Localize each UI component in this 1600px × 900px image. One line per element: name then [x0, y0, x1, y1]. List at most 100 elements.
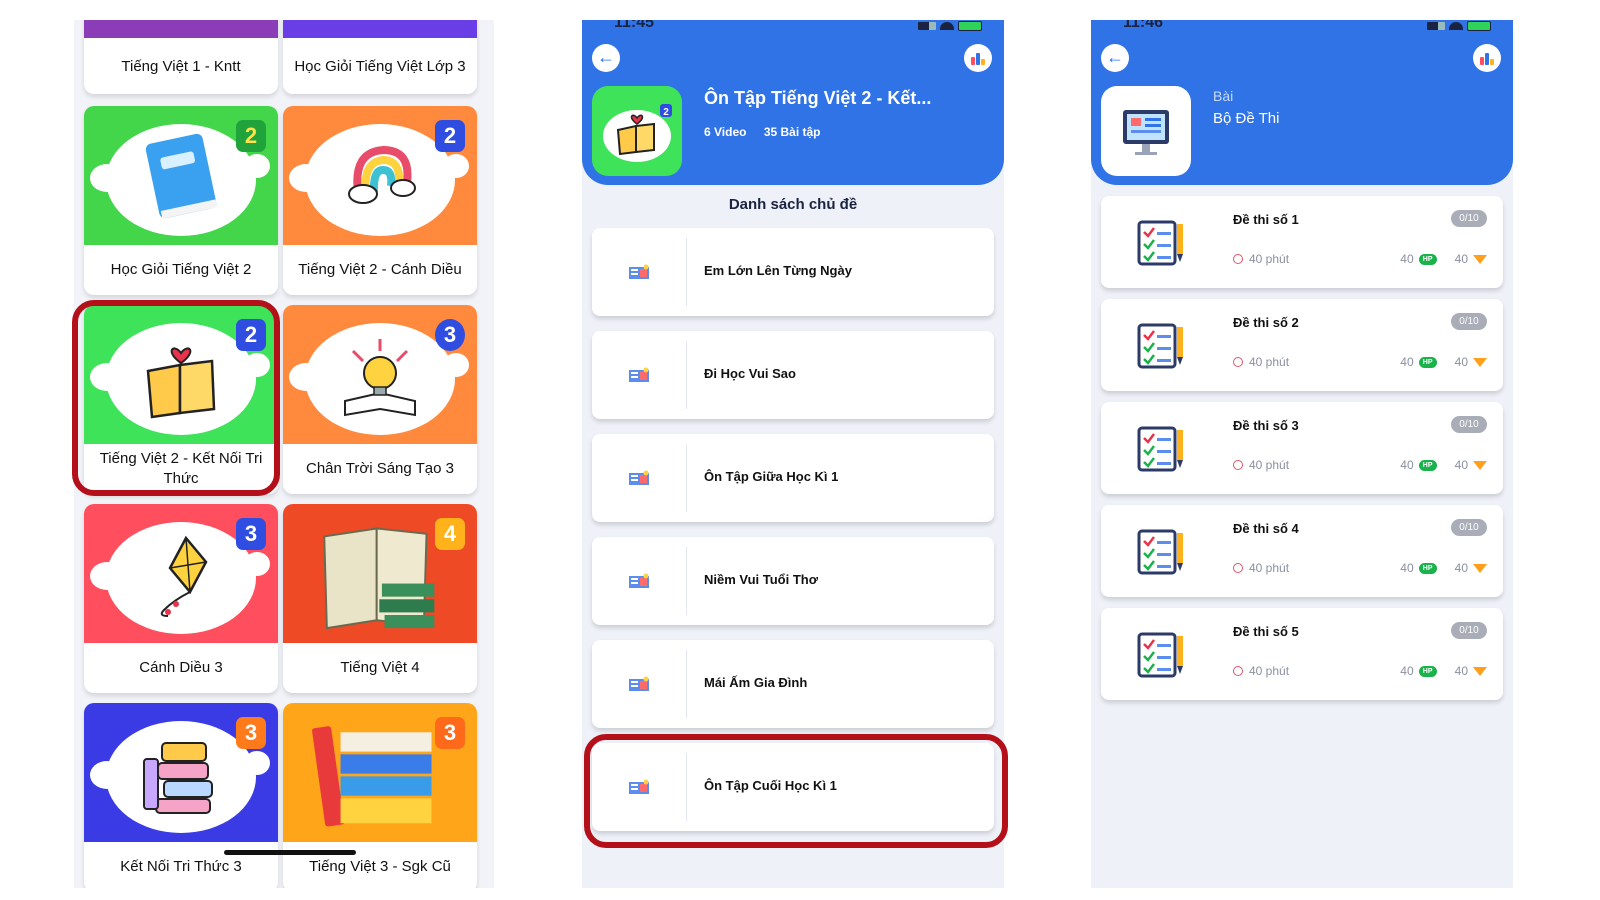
hp-value: 40	[1400, 561, 1414, 575]
topic-label: Mái Ấm Gia Đình	[704, 675, 808, 690]
course-card-tieng-viet-4[interactable]: 4 Tiếng Việt 4	[283, 504, 477, 693]
checklist-icon	[1137, 323, 1183, 369]
score-badge: 0/10	[1451, 622, 1487, 639]
exam-name: Đề thi số 4	[1233, 521, 1299, 536]
course-stats: 6 Video 35 Bài tập	[704, 125, 835, 139]
grade-badge: 2	[435, 120, 465, 152]
signal-icon	[918, 22, 936, 30]
exam-list-panel: 11:46 ← Bài Bộ Đề Thi Đề thi số 1 0/10 4…	[1091, 20, 1513, 888]
course-card-chan-troi-sang-tao-3[interactable]: 3 Chân Trời Sáng Tạo 3	[283, 305, 477, 494]
topic-item[interactable]: Em Lớn Lên Từng Ngày	[592, 228, 994, 316]
exam-item[interactable]: Đề thi số 5 0/10 40 phút 40 HP 40	[1101, 608, 1503, 700]
score-badge: 0/10	[1451, 210, 1487, 227]
course-card-hoc-gioi-tv2[interactable]: 2 Học Giỏi Tiếng Việt 2	[84, 106, 278, 295]
lesson-icon	[629, 676, 649, 691]
gem-icon	[1473, 563, 1487, 573]
score-badge: 0/10	[1451, 313, 1487, 330]
hp-icon: HP	[1418, 562, 1437, 574]
course-card-ket-noi-tri-thuc-3[interactable]: 3 Kết Nối Tri Thức 3	[84, 703, 278, 888]
grade-badge: 3	[435, 717, 465, 749]
back-arrow-icon[interactable]: ←	[1101, 44, 1129, 72]
topic-label: Em Lớn Lên Từng Ngày	[704, 263, 852, 278]
gem-value: 40	[1454, 458, 1468, 472]
course-card-image	[283, 20, 477, 38]
course-title: Tiếng Việt 3 - Sgk Cũ	[309, 858, 451, 875]
clock-icon	[1233, 460, 1243, 470]
hp-value: 40	[1400, 458, 1414, 472]
course-card-hoc-gioi-lop-3[interactable]: Học Giỏi Tiếng Việt Lớp 3	[283, 20, 477, 94]
exercise-count: 35 Bài tập	[763, 125, 821, 139]
exam-rewards: 40 HP 40	[1400, 458, 1487, 472]
checklist-icon	[1137, 529, 1183, 575]
exam-duration: 40 phút	[1233, 252, 1289, 266]
course-title: Cánh Diều 3	[139, 659, 223, 676]
course-title: Tiếng Việt 2 - Cánh Diều	[298, 261, 462, 278]
exam-item[interactable]: Đề thi số 4 0/10 40 phút 40 HP 40	[1101, 505, 1503, 597]
course-card-image	[84, 20, 278, 38]
score-badge: 0/10	[1451, 416, 1487, 433]
kite-icon	[160, 535, 208, 617]
exam-name: Đề thi số 5	[1233, 624, 1299, 639]
exam-duration: 40 phút	[1233, 458, 1289, 472]
topic-label: Đi Học Vui Sao	[704, 366, 796, 381]
topic-item[interactable]: Mái Ấm Gia Đình	[592, 640, 994, 728]
divider	[686, 547, 687, 615]
course-title: Tiếng Việt 4	[340, 659, 420, 676]
topic-list-title: Danh sách chủ đề	[728, 196, 858, 213]
duration-text: 40 phút	[1249, 252, 1290, 266]
hp-icon: HP	[1418, 665, 1437, 677]
course-card-tv3-sgk-cu[interactable]: 3 Tiếng Việt 3 - Sgk Cũ	[283, 703, 477, 888]
exam-item[interactable]: Đề thi số 3 0/10 40 phút 40 HP 40	[1101, 402, 1503, 494]
signal-icon	[1427, 22, 1445, 30]
exam-rewards: 40 HP 40	[1400, 664, 1487, 678]
exam-rewards: 40 HP 40	[1400, 252, 1487, 266]
blue-book-icon	[145, 133, 218, 219]
gem-value: 40	[1454, 664, 1468, 678]
header: 11:45 ← 2 Ôn Tập Tiếng Việt 2 - Kết... 6…	[582, 20, 1004, 185]
lesson-thumbnail	[1101, 86, 1191, 176]
course-card-canh-dieu-3[interactable]: 3 Cánh Diều 3	[84, 504, 278, 693]
exam-item[interactable]: Đề thi số 2 0/10 40 phút 40 HP 40	[1101, 299, 1503, 391]
checklist-icon	[1137, 632, 1183, 678]
topic-item[interactable]: Ôn Tập Giữa Học Kì 1	[592, 434, 994, 522]
exam-item[interactable]: Đề thi số 1 0/10 40 phút 40 HP 40	[1101, 196, 1503, 288]
topic-item[interactable]: Đi Học Vui Sao	[592, 331, 994, 419]
rainbow-cloud-icon	[348, 145, 416, 204]
course-card-tieng-viet-1-kntt[interactable]: Tiếng Việt 1 - Kntt	[84, 20, 278, 94]
divider	[686, 341, 687, 409]
divider	[686, 238, 687, 306]
lesson-icon	[629, 470, 649, 485]
hp-icon: HP	[1418, 253, 1437, 265]
divider	[686, 444, 687, 512]
back-arrow-icon[interactable]: ←	[592, 44, 620, 72]
colored-books-icon	[312, 726, 432, 827]
exam-duration: 40 phút	[1233, 355, 1289, 369]
gem-icon	[1473, 357, 1487, 367]
duration-text: 40 phút	[1249, 355, 1290, 369]
checklist-icon	[1137, 220, 1183, 266]
grade-badge: 4	[435, 518, 465, 550]
gem-icon	[1473, 254, 1487, 264]
cute-books-icon	[143, 742, 213, 814]
stats-chart-icon[interactable]	[964, 44, 992, 72]
divider	[686, 650, 687, 718]
grade-badge: 3	[236, 717, 266, 749]
highlight-selected-course	[72, 300, 280, 496]
course-card-tv2-canh-dieu[interactable]: 2 Tiếng Việt 2 - Cánh Diều	[283, 106, 477, 295]
exam-rewards: 40 HP 40	[1400, 355, 1487, 369]
exam-name: Đề thi số 1	[1233, 212, 1299, 227]
clock-icon	[1233, 254, 1243, 264]
exam-duration: 40 phút	[1233, 561, 1289, 575]
lesson-pre-title: Bài	[1213, 88, 1234, 104]
home-indicator[interactable]	[224, 850, 356, 855]
topic-item[interactable]: Niềm Vui Tuổi Thơ	[592, 537, 994, 625]
video-count: 6 Video	[704, 125, 747, 139]
hp-icon: HP	[1418, 356, 1437, 368]
battery-icon	[1467, 21, 1491, 31]
duration-text: 40 phút	[1249, 561, 1290, 575]
course-title: Học Giỏi Tiếng Việt Lớp 3	[294, 57, 466, 75]
exam-name: Đề thi số 2	[1233, 315, 1299, 330]
grade-badge: 3	[435, 319, 465, 351]
books-stack-icon	[323, 527, 435, 630]
stats-chart-icon[interactable]	[1473, 44, 1501, 72]
